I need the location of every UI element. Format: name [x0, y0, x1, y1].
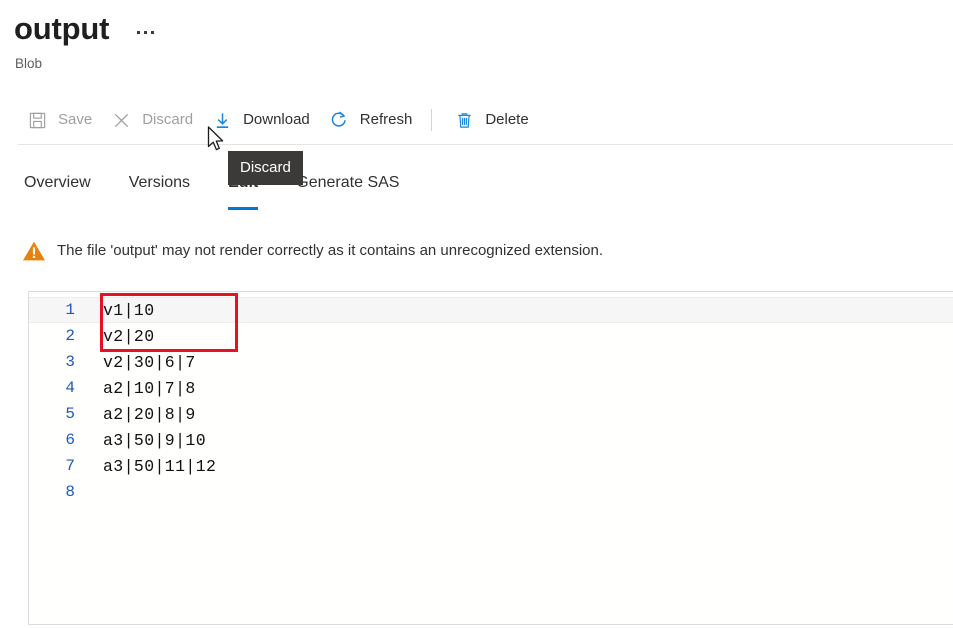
code-line[interactable]: 5 a2|20|8|9: [29, 401, 953, 427]
discard-icon: [108, 108, 134, 132]
delete-icon: [451, 108, 477, 132]
code-line[interactable]: 6 a3|50|9|10: [29, 427, 953, 453]
line-content[interactable]: a3|50|11|12: [85, 457, 216, 476]
warning-triangle-icon: [22, 240, 46, 262]
download-button[interactable]: Download: [203, 101, 320, 139]
line-content[interactable]: a3|50|9|10: [85, 431, 206, 450]
save-icon: [24, 108, 50, 132]
save-label: Save: [58, 111, 93, 128]
warning-banner: The file 'output' may not render correct…: [22, 240, 603, 262]
line-content[interactable]: v2|30|6|7: [85, 353, 196, 372]
code-line[interactable]: 1 v1|10: [29, 297, 953, 323]
discard-label: Discard: [142, 111, 194, 128]
more-options-icon[interactable]: [131, 21, 159, 43]
line-number: 8: [65, 483, 75, 501]
save-button[interactable]: Save: [18, 101, 102, 139]
download-label: Download: [243, 111, 310, 128]
discard-tooltip: Discard: [228, 151, 303, 185]
line-content[interactable]: a2|20|8|9: [85, 405, 196, 424]
code-line[interactable]: 2 v2|20: [29, 323, 953, 349]
delete-button[interactable]: Delete: [445, 101, 538, 139]
line-number: 3: [65, 353, 75, 371]
code-line[interactable]: 4 a2|10|7|8: [29, 375, 953, 401]
download-icon: [209, 108, 235, 132]
line-number: 2: [65, 327, 75, 345]
title-row: output: [14, 10, 159, 48]
line-number: 5: [65, 405, 75, 423]
toolbar-separator: [431, 109, 433, 131]
refresh-label: Refresh: [359, 111, 413, 128]
ellipsis-dot: [150, 30, 154, 34]
line-number: 6: [65, 431, 75, 449]
code-line[interactable]: 8: [29, 479, 953, 505]
discard-button[interactable]: Discard: [102, 101, 203, 139]
page-subtitle: Blob: [15, 56, 43, 71]
tab-overview[interactable]: Overview: [24, 170, 91, 206]
blob-content-editor[interactable]: 1 v1|10 2 v2|20 3 v2|30|6|7 4 a2|10|7|8 …: [28, 291, 953, 625]
code-line[interactable]: 7 a3|50|11|12: [29, 453, 953, 479]
refresh-button[interactable]: Refresh: [320, 101, 423, 139]
tab-generate-sas[interactable]: Generate SAS: [296, 170, 399, 206]
ellipsis-dot: [143, 30, 147, 34]
command-bar: Save Discard Download Refresh Delete: [0, 96, 953, 144]
line-number: 1: [65, 301, 75, 319]
refresh-icon: [326, 108, 352, 132]
line-number: 7: [65, 457, 75, 475]
page-header: output Blob: [0, 0, 953, 94]
command-bar-divider: [18, 144, 953, 145]
line-content[interactable]: v1|10: [85, 301, 155, 320]
line-content[interactable]: a2|10|7|8: [85, 379, 196, 398]
line-number: 4: [65, 379, 75, 397]
page-title: output: [14, 11, 110, 46]
code-line[interactable]: 3 v2|30|6|7: [29, 349, 953, 375]
tab-bar: Overview Versions Edit Generate SAS: [0, 170, 953, 210]
warning-message: The file 'output' may not render correct…: [57, 242, 604, 259]
ellipsis-dot: [136, 30, 140, 34]
code-area[interactable]: 1 v1|10 2 v2|20 3 v2|30|6|7 4 a2|10|7|8 …: [29, 292, 953, 505]
delete-label: Delete: [485, 111, 529, 128]
tab-versions[interactable]: Versions: [129, 170, 190, 206]
line-content[interactable]: v2|20: [85, 327, 155, 346]
